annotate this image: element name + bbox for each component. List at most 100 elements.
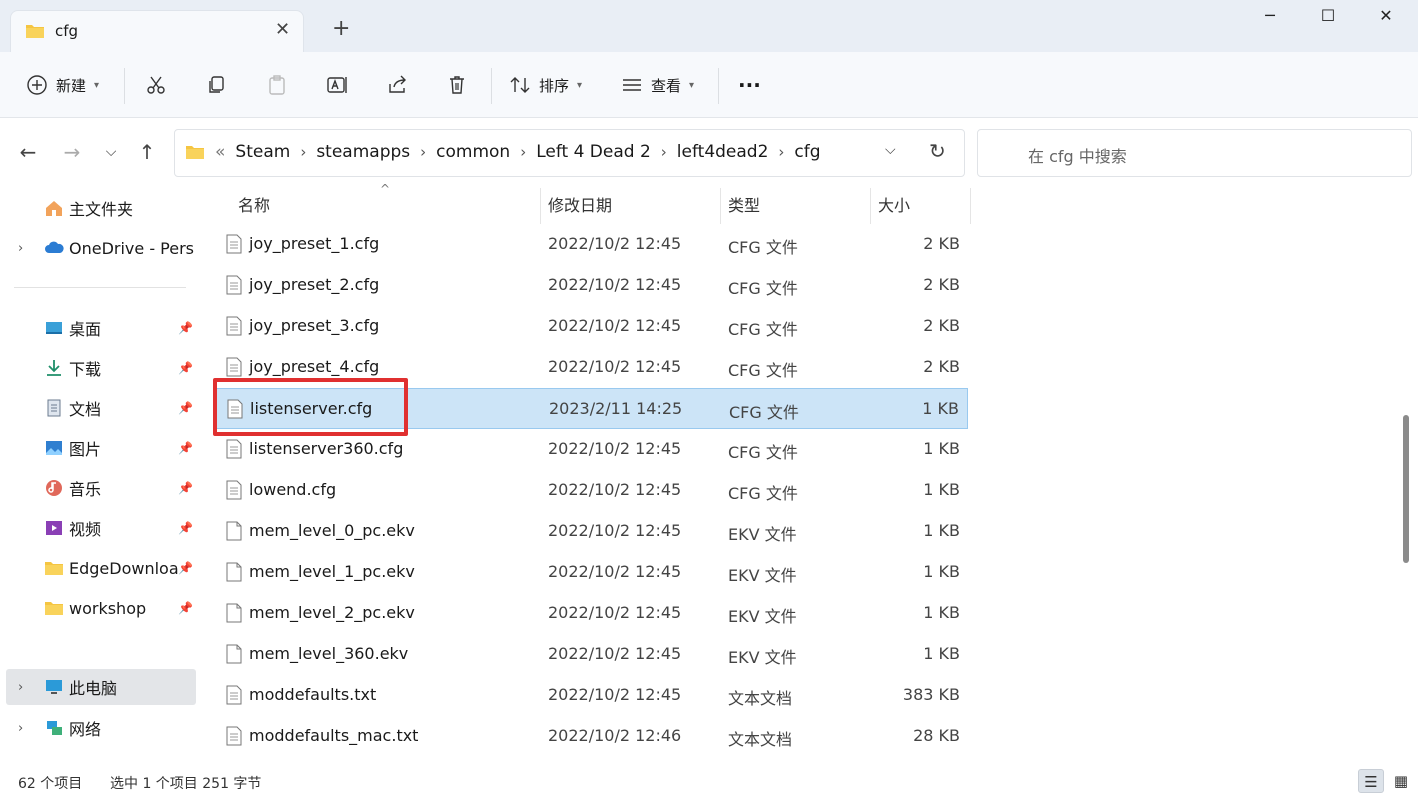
blank-file-icon [226, 521, 242, 541]
tiles-view-icon[interactable]: ▦ [1388, 769, 1414, 793]
share-button[interactable] [386, 52, 408, 118]
delete-button[interactable] [446, 52, 468, 118]
sidebar-item-onedrive[interactable]: › OneDrive - Pers [0, 230, 205, 266]
breadcrumb-cfg[interactable]: cfg [794, 142, 820, 162]
chevron-right-icon[interactable]: › [778, 143, 784, 161]
blank-file-icon [226, 603, 242, 623]
config-file-icon [226, 357, 242, 377]
details-view-icon[interactable]: ☰ [1358, 769, 1384, 793]
back-arrow-icon[interactable]: ← [14, 140, 42, 164]
file-row[interactable]: lowend.cfg 2022/10/2 12:45 CFG 文件 1 KB [216, 470, 968, 511]
sidebar-item-workshop[interactable]: workshop 📌 [0, 590, 205, 626]
sidebar-item-downloads[interactable]: 下载 📌 [0, 350, 205, 386]
rename-button[interactable] [326, 52, 348, 118]
sidebar-item-documents[interactable]: 文档 📌 [0, 390, 205, 426]
file-name: moddefaults.txt [249, 685, 377, 704]
refresh-icon[interactable]: ↻ [929, 139, 946, 163]
sidebar-item-network[interactable]: › 网络 [0, 710, 205, 746]
sidebar-item-home[interactable]: 主文件夹 [0, 190, 205, 226]
file-row[interactable]: joy_preset_2.cfg 2022/10/2 12:45 CFG 文件 … [216, 265, 968, 306]
config-file-icon [226, 316, 242, 336]
column-header-size[interactable]: 大小 [868, 188, 910, 224]
maximize-button[interactable]: ☐ [1308, 6, 1348, 32]
tab-cfg[interactable]: cfg ✕ [10, 10, 304, 52]
chevron-down-icon: ▾ [94, 79, 100, 91]
breadcrumb-left-4-dead-2[interactable]: Left 4 Dead 2 [536, 142, 651, 162]
minimize-button[interactable]: ─ [1250, 6, 1290, 32]
file-date: 2022/10/2 12:45 [548, 357, 682, 376]
sidebar-item-pictures[interactable]: 图片 📌 [0, 430, 205, 466]
file-date: 2022/10/2 12:45 [548, 480, 682, 499]
more-options-button[interactable]: ··· [738, 52, 761, 118]
pin-icon[interactable]: 📌 [178, 521, 193, 535]
chevron-right-icon[interactable]: › [520, 143, 526, 161]
paste-button[interactable] [266, 52, 288, 118]
cut-button[interactable] [145, 52, 167, 118]
file-list: joy_preset_1.cfg 2022/10/2 12:45 CFG 文件 … [216, 224, 968, 757]
file-type: CFG 文件 [728, 443, 798, 462]
chevron-down-icon: ▾ [577, 79, 583, 91]
breadcrumb-left4dead2[interactable]: left4dead2 [677, 142, 769, 162]
navigation-pane: 主文件夹 › OneDrive - Pers 桌面 📌 下载 📌 文档 📌 图片… [0, 188, 205, 763]
sort-ascending-icon: ^ [380, 182, 391, 196]
copy-button[interactable] [205, 52, 227, 118]
chevron-right-icon[interactable]: › [18, 241, 23, 256]
chevron-right-icon[interactable]: › [420, 143, 426, 161]
pin-icon[interactable]: 📌 [178, 441, 193, 455]
up-arrow-icon[interactable]: ↑ [133, 140, 161, 164]
breadcrumb-steamapps[interactable]: steamapps [316, 142, 410, 162]
file-type: CFG 文件 [728, 320, 798, 339]
download-icon [47, 360, 61, 376]
vertical-scrollbar[interactable] [1403, 415, 1409, 563]
file-row[interactable]: moddefaults.txt 2022/10/2 12:45 文本文档 383… [216, 675, 968, 716]
tab-close-icon[interactable]: ✕ [275, 19, 290, 40]
new-tab-button[interactable]: + [332, 18, 350, 40]
chevron-right-icon[interactable]: › [18, 680, 23, 695]
breadcrumb-steam[interactable]: Steam [235, 142, 290, 162]
column-divider[interactable] [970, 188, 971, 224]
sidebar-item-desktop[interactable]: 桌面 📌 [0, 310, 205, 346]
pin-icon[interactable]: 📌 [178, 401, 193, 415]
file-row[interactable]: mem_level_1_pc.ekv 2022/10/2 12:45 EKV 文… [216, 552, 968, 593]
item-count: 62 个项目 [18, 776, 83, 792]
pin-icon[interactable]: 📌 [178, 481, 193, 495]
file-name: joy_preset_1.cfg [249, 234, 380, 253]
file-name: joy_preset_2.cfg [249, 275, 380, 294]
file-date: 2022/10/2 12:45 [548, 603, 682, 622]
file-row[interactable]: joy_preset_1.cfg 2022/10/2 12:45 CFG 文件 … [216, 224, 968, 265]
column-header-type[interactable]: 类型 [718, 188, 760, 224]
file-type: 文本文档 [728, 689, 793, 708]
chevron-right-icon[interactable]: › [661, 143, 667, 161]
recent-locations-chevron-icon[interactable]: ⌵ [97, 140, 125, 164]
sidebar-item-this-pc[interactable]: › 此电脑 [6, 669, 196, 705]
folder-icon [45, 562, 63, 575]
pin-icon[interactable]: 📌 [178, 361, 193, 375]
breadcrumb-common[interactable]: common [436, 142, 510, 162]
chevron-right-icon[interactable]: › [300, 143, 306, 161]
forward-arrow-icon[interactable]: → [58, 140, 86, 164]
pin-icon[interactable]: 📌 [178, 561, 193, 575]
sidebar-item-music[interactable]: 音乐 📌 [0, 470, 205, 506]
search-box[interactable]: 在 cfg 中搜索 [977, 129, 1412, 177]
file-row[interactable]: joy_preset_3.cfg 2022/10/2 12:45 CFG 文件 … [216, 306, 968, 347]
view-button[interactable]: 查看 ▾ [621, 52, 694, 118]
sidebar-item-edgedownloads[interactable]: EdgeDownloa 📌 [0, 550, 205, 586]
column-header-name[interactable]: 名称 [228, 188, 270, 224]
address-bar[interactable]: « Steam › steamapps › common › Left 4 De… [174, 129, 965, 177]
close-window-button[interactable]: ✕ [1366, 6, 1406, 32]
pin-icon[interactable]: 📌 [178, 321, 193, 335]
file-row[interactable]: mem_level_2_pc.ekv 2022/10/2 12:45 EKV 文… [216, 593, 968, 634]
toolbar-divider [491, 68, 492, 104]
file-row[interactable]: mem_level_360.ekv 2022/10/2 12:45 EKV 文件… [216, 634, 968, 675]
file-row[interactable]: moddefaults_mac.txt 2022/10/2 12:46 文本文档… [216, 716, 968, 757]
sidebar-item-videos[interactable]: 视频 📌 [0, 510, 205, 546]
chevron-right-icon[interactable]: › [18, 721, 23, 736]
new-button[interactable]: 新建 ▾ [26, 52, 99, 118]
pin-icon[interactable]: 📌 [178, 601, 193, 615]
column-header-date[interactable]: 修改日期 [538, 188, 612, 224]
file-row[interactable]: mem_level_0_pc.ekv 2022/10/2 12:45 EKV 文… [216, 511, 968, 552]
address-dropdown-icon[interactable]: ⌵ [885, 142, 896, 158]
file-date: 2022/10/2 12:45 [548, 316, 682, 335]
sort-button[interactable]: 排序 ▾ [509, 52, 582, 118]
breadcrumb-overflow[interactable]: « [215, 142, 225, 162]
